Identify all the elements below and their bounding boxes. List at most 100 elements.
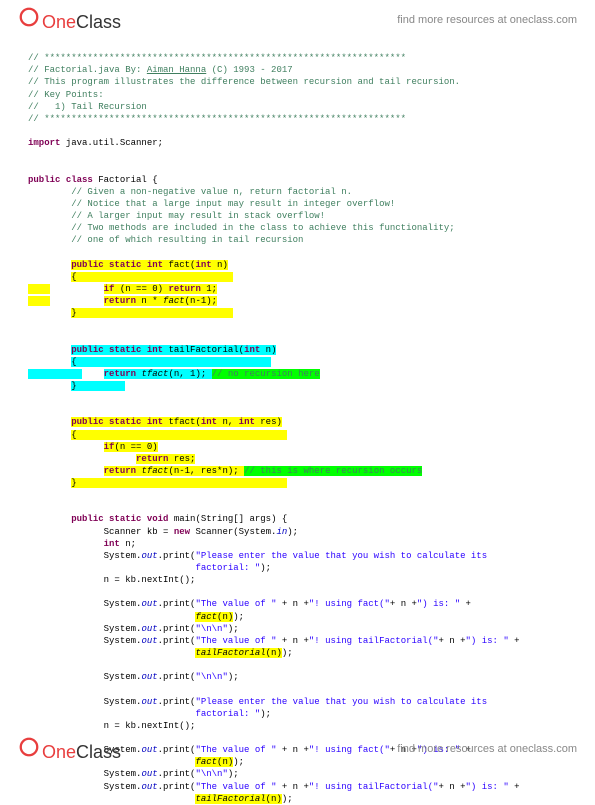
print6: .print( [158,697,196,707]
str2c: ") is: " [417,599,460,609]
sysout1: System. [104,551,142,561]
out8: out [141,769,157,779]
tfact-if-line: if(n == 0) [104,442,158,452]
tail-comment: // no recursion here [212,369,320,379]
tail-body: return tfact(n, 1); [104,369,212,379]
plus8: + [509,782,525,792]
str1b: factorial: " [195,563,260,573]
cp8: ); [228,769,239,779]
pad8 [77,430,288,440]
main-l1c: ); [287,527,298,537]
sysout9: System. [104,782,142,792]
tfact-open-brace: { [71,430,76,440]
logo-text-class-f: Class [76,740,121,764]
fact-close-brace: } [71,308,76,318]
pad2 [28,284,50,294]
main-l2: n; [120,539,136,549]
kw-void: void [147,514,169,524]
out1: out [141,551,157,561]
comment-l3: // This program illustrates the differen… [28,77,460,87]
tfact-ret1-line: return res; [136,454,195,464]
cp4: ); [282,648,293,658]
comment-l2a: // Factorial.java By: [28,65,147,75]
pad5 [77,357,271,367]
fact-if-line: if (n == 0) return 1; [104,284,217,294]
sysout4: System. [104,636,142,646]
plusn1: + n + [390,599,417,609]
str6b: "! using tailFactorial(" [309,782,439,792]
str6c: ") is: " [466,782,509,792]
pad9 [77,478,288,488]
plusn2: + n + [439,636,466,646]
out2: out [141,599,157,609]
str3a: "The value of " [195,636,276,646]
str4b: factorial: " [195,709,260,719]
kw-class: class [66,175,93,185]
str6a: "The value of " [195,782,276,792]
comment-l4: // Key Points: [28,90,104,100]
comment-hr1: // *************************************… [28,53,406,63]
out5: out [141,672,157,682]
tail-sig-line: public static int tailFactorial(int n) [71,345,276,355]
cp5: ); [228,672,239,682]
tfact-comment: // this is where recursion occurs [244,466,422,476]
comment-l2c: (C) 1993 - 2017 [206,65,292,75]
out4: out [141,636,157,646]
fact-sig-line: public static int fact(int n) [71,260,228,270]
sysout5: System. [104,672,142,682]
sysout8: System. [104,769,142,779]
logo-text-one: One [42,10,76,34]
kw-public: public [28,175,60,185]
pad1 [77,272,234,282]
kw-public-main: public [71,514,103,524]
fact-call-1: fact(n) [195,612,233,622]
cp9: ); [282,794,293,804]
print2: .print( [158,599,196,609]
tail-close-brace: } [71,381,76,391]
pad3 [28,296,50,306]
print4: .print( [158,636,196,646]
main-l4: n = kb.nextInt(); [104,575,196,585]
str2b: "! using fact(" [309,599,390,609]
print9: .print( [158,782,196,792]
header-link[interactable]: find more resources at oneclass.com [397,13,577,28]
str4: "Please enter the value that you wish to… [195,697,492,707]
out6: out [141,697,157,707]
sysout3: System. [104,624,142,634]
comment-l5: // 1) Tail Recursion [28,102,147,112]
print8: .print( [158,769,196,779]
class-name: Factorial { [93,175,158,185]
page-header: OneClass find more resources at oneclass… [0,0,595,40]
plus3: + n + [276,636,308,646]
tfact-sig-line: public static int tfact(int n, int res) [71,417,282,427]
plusn4: + n + [439,782,466,792]
main-l1a: Scanner kb = [104,527,174,537]
cp3: ); [228,624,239,634]
str1: "Please enter the value that you wish to… [195,551,492,561]
plus1: + n + [276,599,308,609]
brand-logo: OneClass [18,6,121,34]
cp2: ); [233,612,244,622]
plus7: + n + [276,782,308,792]
tfact-close-brace: } [71,478,76,488]
kw-new: new [174,527,190,537]
str3b: "! using tailFactorial(" [309,636,439,646]
comment-author: Aiman Hanna [147,65,206,75]
print1: .print( [158,551,196,561]
tail-call-2: tailFactorial(n) [195,794,281,804]
brand-logo-footer: OneClass [18,736,121,764]
tail-call-1: tailFactorial(n) [195,648,281,658]
str3c: ") is: " [466,636,509,646]
import-pkg: java.util.Scanner; [60,138,163,148]
nl2: "\n\n" [195,672,227,682]
sysout6: System. [104,697,142,707]
footer-link[interactable]: find more resources at oneclass.com [397,742,577,757]
pad6 [28,369,82,379]
plus2a: + [460,599,476,609]
fact-ret-line: return n * fact(n-1); [104,296,217,306]
pad4 [77,308,234,318]
print5: .print( [158,672,196,682]
logo-text-one-f: One [42,740,76,764]
out9: out [141,782,157,792]
sys-in: in [276,527,287,537]
